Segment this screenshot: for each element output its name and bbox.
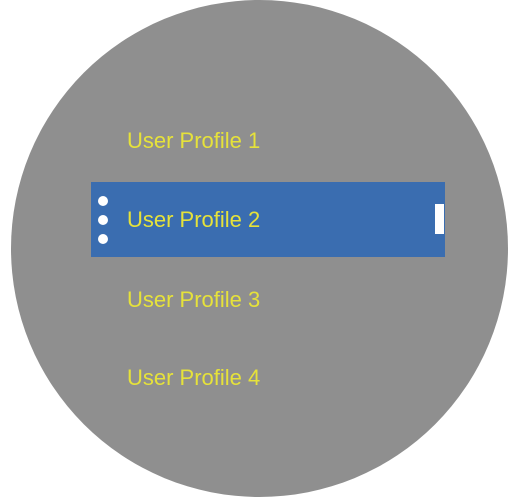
dot-icon (98, 196, 108, 206)
menu-item-user-profile-2[interactable]: User Profile 2 (91, 182, 445, 257)
menu-item-user-profile-4[interactable]: User Profile 4 (91, 348, 445, 408)
menu-item-label: User Profile 1 (127, 128, 261, 153)
menu-item-label: User Profile 2 (127, 206, 261, 232)
menu-item-user-profile-3[interactable]: User Profile 3 (91, 270, 445, 330)
menu-item-label: User Profile 4 (127, 365, 261, 390)
dot-icon (98, 234, 108, 244)
dot-icon (98, 215, 108, 225)
menu-item-label: User Profile 3 (127, 287, 261, 312)
menu-item-user-profile-1[interactable]: User Profile 1 (91, 111, 445, 171)
drag-handle-icon[interactable] (96, 196, 110, 244)
scroll-indicator (435, 204, 444, 234)
watch-screen: User Profile 1 User Profile 2 User Profi… (0, 0, 513, 497)
